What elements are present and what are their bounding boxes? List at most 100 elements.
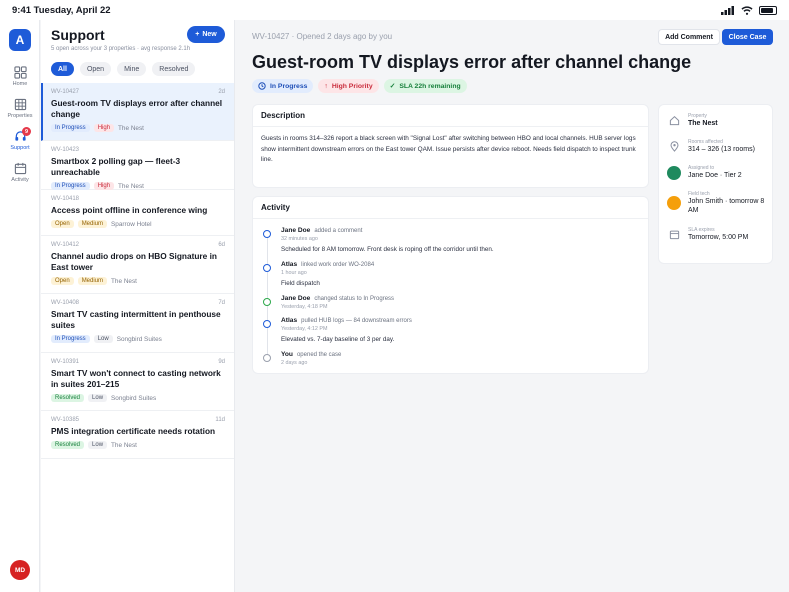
priority-badge: High [93,124,115,132]
detail-assignee: Assigned to Jane Doe · Tier 2 [667,165,742,180]
activity-card: Activity Jane Doe added a comment 32 minu… [252,196,649,374]
new-ticket-label: New [202,31,217,38]
ticket-item[interactable]: WV-10423 Smartbox 2 polling gap — fleet-… [41,141,234,190]
filter-resolved[interactable]: Resolved [152,62,196,76]
plus-icon: + [195,31,200,38]
detail-field-tech: Field tech John Smith · tomorrow 8 AM [667,191,768,215]
ticket-id: WV-10412 [51,242,80,248]
priority-badge: Low [88,441,108,449]
detail-value: John Smith · tomorrow 8 AM [688,198,765,214]
filter-open[interactable]: Open [79,62,112,76]
activity-time: Yesterday, 4:12 PM [281,326,328,332]
filter-chips: All Open Mine Resolved [51,62,196,76]
check-icon: ✓ [389,83,396,90]
rail-item-support[interactable]: Support 9 [0,127,40,151]
case-details-card: Property The Nest Rooms affected 314 – 326… [658,104,773,264]
priority-pill-label: High Priority [331,82,373,90]
activity-time: Yesterday, 4:18 PM [281,304,328,310]
ticket-item[interactable]: WV-10385 11d PMS integration certificate … [41,411,234,459]
ticket-title: Smart TV won't connect to casting networ… [51,368,221,389]
ticket-item[interactable]: WV-10412 6d Channel audio drops on HBO Si… [41,236,234,294]
ticket-property: Sparrow Hotel [111,220,152,228]
rail-item-activity[interactable]: Activity [0,162,40,183]
assignee-avatar [667,165,681,180]
ticket-id: WV-10385 [51,417,80,423]
calendar-icon [669,230,679,240]
ticket-age: 9d [218,359,225,365]
activity-author: Jane Doe [281,295,311,302]
detail-property: Property The Nest [667,113,718,128]
detail-rooms: Rooms affected 314 – 326 (13 rooms) [667,139,755,154]
activity-action: pulled HUB logs — 84 downstream errors [301,318,412,324]
timeline-dot [263,320,271,328]
add-comment-button[interactable]: Add Comment [658,29,720,45]
priority-badge: High [93,182,115,190]
activity-text: Scheduled for 8 AM tomorrow. Front desk … [281,246,494,253]
activity-author: Jane Doe [281,227,311,234]
description-card: Description Guests in rooms 314–326 repo… [252,104,649,188]
field-tech-avatar [667,196,681,210]
ticket-meta: WV-10427 · Opened 2 days ago by you [252,32,393,41]
sla-pill-label: SLA 22h remaining [399,82,461,90]
home-icon [669,115,679,126]
activity-author: Atlas [281,261,298,268]
timeline-dot [263,230,271,238]
priority-pill: ↑ High Priority [318,79,379,93]
status-badge: In Progress [51,124,90,132]
activity-item: Atlas pulled HUB logs — 84 downstream err… [281,317,412,343]
status-badge: Open [51,277,74,285]
status-badge: Open [51,220,74,228]
ticket-title: Smart TV casting intermittent in penthou… [51,309,221,330]
priority-badge: Low [93,335,113,343]
rail-item-home[interactable]: Home [0,66,40,87]
nav-rail: A Home Properties Support 9 Activity MD [0,20,40,592]
cellular-icon [721,5,734,15]
ticket-item[interactable]: WV-10418 Access point offline in confere… [41,190,234,236]
status-icons [721,5,777,15]
ticket-id: WV-10423 [51,147,80,153]
status-badge: In Progress [51,182,90,190]
ticket-property: The Nest [111,277,137,285]
status-badge: In Progress [51,335,90,343]
close-case-button[interactable]: Close Case [722,29,773,45]
building-icon [14,98,26,111]
user-avatar[interactable]: MD [10,560,30,580]
page-title: Support [51,27,105,43]
filter-all[interactable]: All [51,62,74,76]
app-logo[interactable]: A [9,29,31,51]
activity-time: 2 days ago [281,360,308,366]
detail-value: Jane Doe · Tier 2 [688,172,742,179]
notification-badge: 9 [22,127,31,136]
timeline-dot [263,298,271,306]
ticket-id: WV-10408 [51,300,80,306]
list-subtitle: 5 open across your 3 properties · avg re… [51,46,191,52]
ticket-age: 2d [218,89,225,95]
detail-value: 314 – 326 (13 rooms) [688,146,755,153]
filter-mine[interactable]: Mine [117,62,147,76]
ticket-property: The Nest [111,441,137,449]
description-heading: Description [253,105,648,127]
ticket-item[interactable]: WV-10427 2d Guest-room TV displays error … [41,83,234,141]
rail-item-properties[interactable]: Properties [0,98,40,119]
activity-item: You opened the case 2 days ago [281,351,341,366]
ticket-title: Smartbox 2 polling gap — fleet-3 unreach… [51,156,181,177]
activity-item: Jane Doe changed status to In Progress Ye… [281,295,394,310]
ticket-list-pane: Support + New 5 open across your 3 prope… [41,20,235,592]
ticket-property: Songbird Suites [111,394,157,402]
activity-item: Jane Doe added a comment 32 minutes ago S… [281,227,494,253]
ticket-id: WV-10391 [51,359,80,365]
ticket-item[interactable]: WV-10391 9d Smart TV won't connect to cas… [41,353,234,411]
rail-label: Support [10,145,30,151]
ticket-property: Songbird Suites [116,335,162,343]
ticket-item[interactable]: WV-10408 7d Smart TV casting intermittent… [41,294,234,353]
activity-text: Elevated vs. 7-day baseline of 3 per day… [281,336,395,343]
status-badge: Resolved [51,441,85,449]
arrow-up-icon: ↑ [324,82,328,90]
new-ticket-button[interactable]: + New [187,26,225,43]
activity-author: You [281,351,293,358]
ticket-detail: WV-10427 · Opened 2 days ago by you Add … [236,20,789,592]
priority-badge: Medium [77,220,108,228]
detail-value: The Nest [688,120,718,127]
status-pill-label: In Progress [270,82,308,90]
status-badge: Resolved [51,394,85,402]
